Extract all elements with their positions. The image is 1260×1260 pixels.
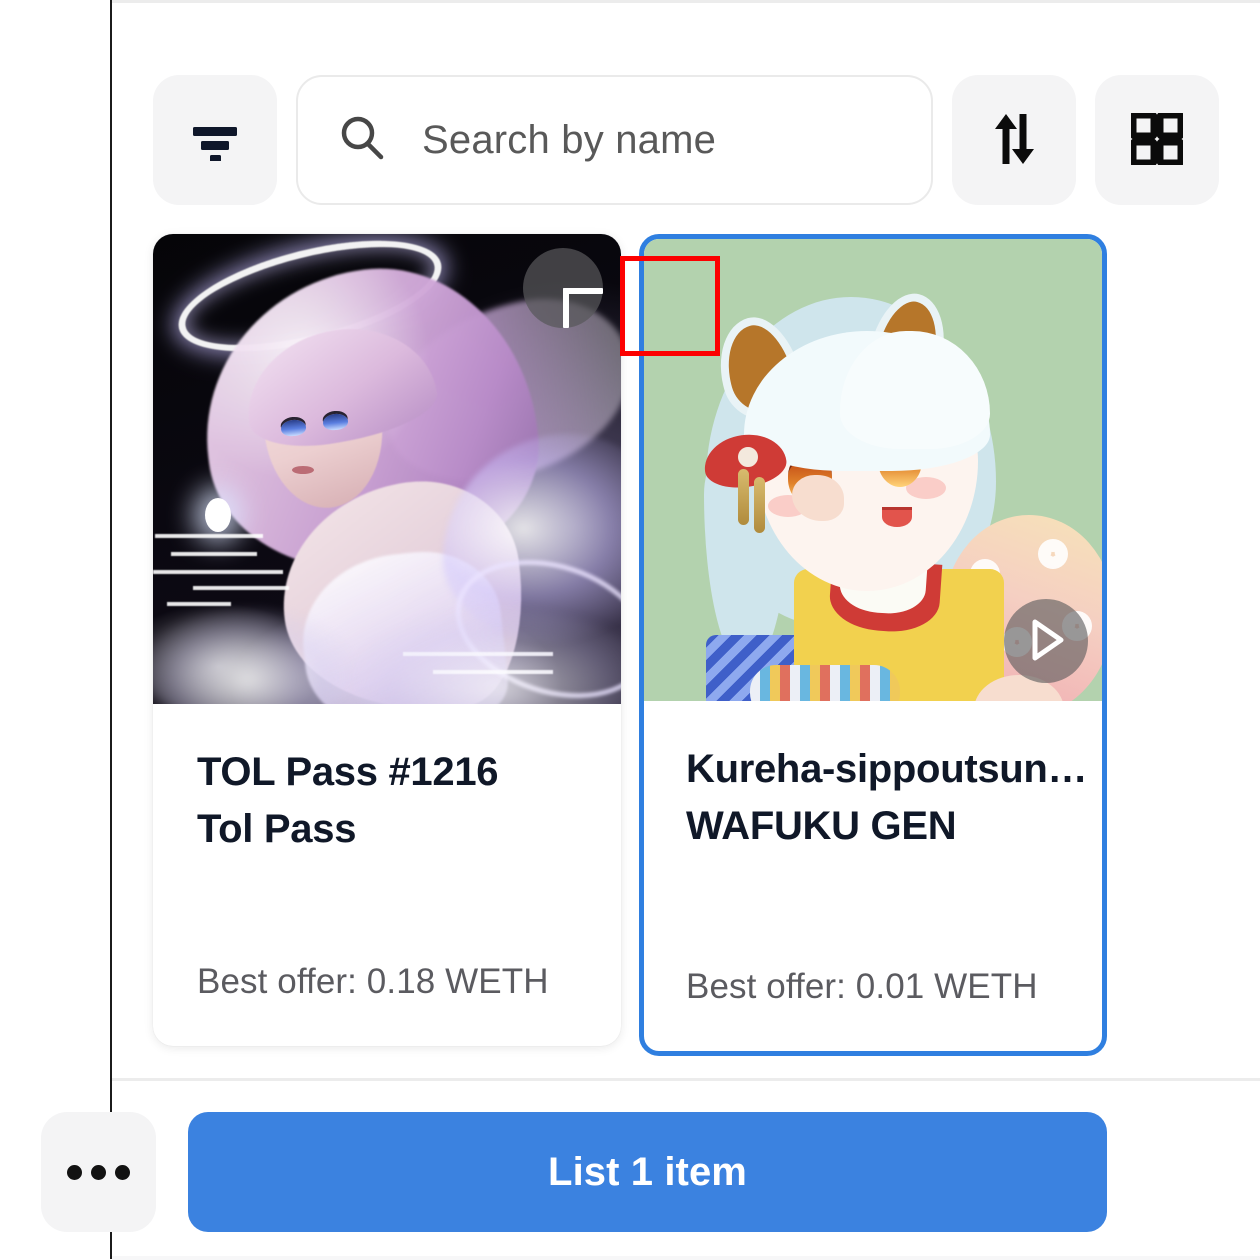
nft-title: Kureha-sippoutsun… <box>686 747 1088 791</box>
nft-collection: WAFUKU GEN <box>686 803 957 848</box>
play-icon <box>1023 616 1069 667</box>
nft-card-body: Kureha-sippoutsun… WAFUKU GEN Best offer… <box>644 701 1102 1051</box>
filter-button[interactable] <box>153 75 277 205</box>
glitch-line <box>153 570 283 574</box>
lips-shape <box>292 466 314 474</box>
toolbar: Search by name <box>153 75 1219 205</box>
chibi-obi-bow <box>750 665 900 701</box>
search-icon <box>336 112 388 169</box>
nft-card-kureha[interactable]: Kureha-sippoutsun… WAFUKU GEN Best offer… <box>639 234 1107 1056</box>
footer-divider <box>112 1078 1260 1081</box>
glitch-line <box>167 602 231 606</box>
ellipsis-icon <box>115 1164 130 1180</box>
nft-card-tol-pass[interactable]: TOL Pass #1216 Tol Pass Best offer: 0.18… <box>153 234 621 1046</box>
listing-panel: Search by name TOL Pass #1216 Tol Pass B… <box>112 3 1260 1260</box>
nft-title: TOL Pass #1216 <box>197 750 499 794</box>
sort-arrows-icon <box>989 110 1039 171</box>
glitch-line <box>171 552 257 556</box>
footer-actions: List 1 item <box>41 1112 1107 1232</box>
filter-icon <box>189 117 241 164</box>
grid-view-button[interactable] <box>1095 75 1219 205</box>
ellipsis-icon <box>91 1164 106 1180</box>
chibi-tassel <box>738 469 749 525</box>
nft-best-offer: Best offer: 0.18 WETH <box>197 962 549 1001</box>
nft-thumbnail-kureha[interactable] <box>644 239 1102 701</box>
footer-bottom-strip <box>112 1256 1260 1260</box>
light-orb <box>205 498 231 532</box>
grid-view-icon <box>1129 111 1185 168</box>
more-options-button[interactable] <box>41 1112 156 1232</box>
ellipsis-icon <box>67 1164 82 1180</box>
glitch-line <box>155 534 263 538</box>
chibi-mouth <box>882 507 912 527</box>
nft-card-body: TOL Pass #1216 Tol Pass Best offer: 0.18… <box>153 704 621 1046</box>
search-field[interactable]: Search by name <box>296 75 933 205</box>
flower-motif <box>1038 539 1068 569</box>
nft-best-offer: Best offer: 0.01 WETH <box>686 967 1038 1006</box>
nft-card-grid: TOL Pass #1216 Tol Pass Best offer: 0.18… <box>153 234 1219 1064</box>
glitch-line <box>193 586 289 590</box>
chibi-tassel <box>754 477 765 533</box>
chibi-bow-knot <box>736 445 760 469</box>
add-to-list-button[interactable] <box>523 248 603 328</box>
nft-collection: Tol Pass <box>197 806 357 851</box>
search-placeholder: Search by name <box>422 117 717 162</box>
nft-thumbnail-tol-pass[interactable] <box>153 234 621 704</box>
app-screen: Search by name TOL Pass #1216 Tol Pass B… <box>0 0 1260 1260</box>
list-items-button[interactable]: List 1 item <box>188 1112 1107 1232</box>
sort-button[interactable] <box>952 75 1076 205</box>
play-video-button[interactable] <box>1004 599 1088 683</box>
